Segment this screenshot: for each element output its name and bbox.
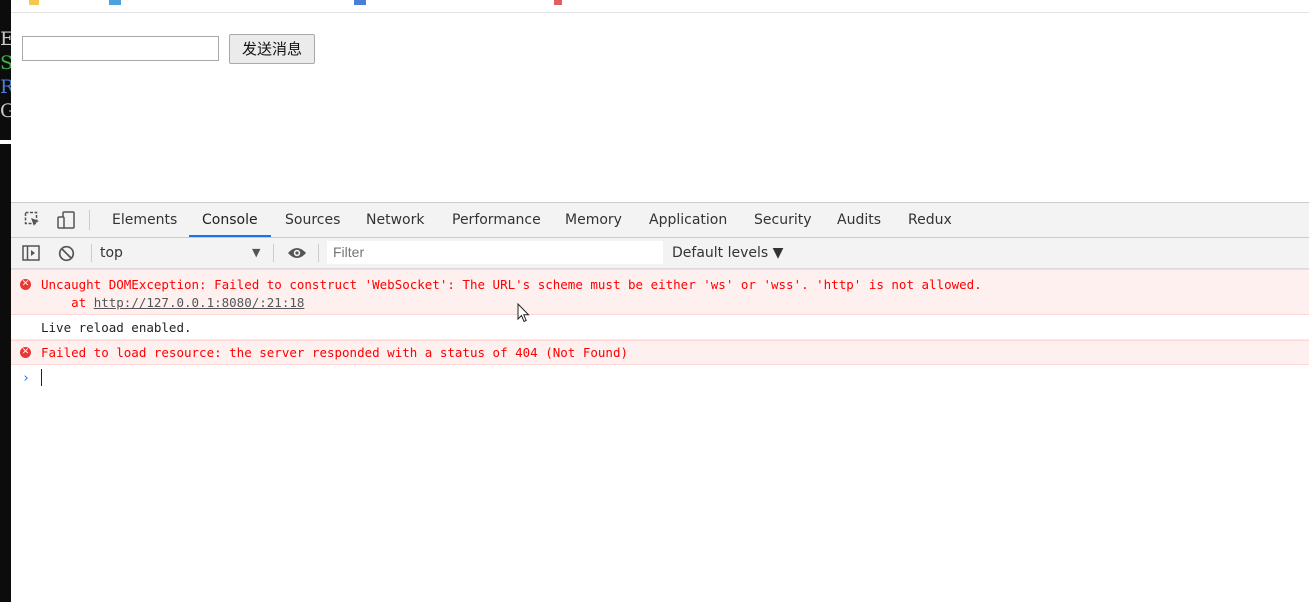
console-toolbar: top ▼ Default levels ▼ xyxy=(11,238,1309,269)
toolbar-divider xyxy=(89,210,90,230)
terminal-letter: E xyxy=(0,28,11,50)
device-toolbar-icon[interactable] xyxy=(56,210,76,230)
toolbar-divider xyxy=(318,244,319,262)
log-levels-dropdown[interactable]: Default levels ▼ xyxy=(672,238,783,268)
error-icon: ✕ xyxy=(20,347,31,358)
message-input[interactable] xyxy=(22,36,219,61)
background-terminal-strip: E S R G xyxy=(0,0,11,602)
terminal-letter: G xyxy=(0,100,11,122)
error-stack-line: at http://127.0.0.1:8080/:21:18 xyxy=(41,295,304,310)
devtools-panel: Elements Console Sources Network Perform… xyxy=(11,202,1309,603)
tab-performance[interactable]: Performance xyxy=(452,203,541,237)
eye-icon[interactable] xyxy=(287,246,307,260)
console-message-error: ✕ Failed to load resource: the server re… xyxy=(11,340,1309,365)
bookmark-icon[interactable] xyxy=(109,0,121,5)
chevron-down-icon[interactable]: ▼ xyxy=(252,238,260,268)
tab-elements[interactable]: Elements xyxy=(112,203,177,237)
error-icon: ✕ xyxy=(20,279,31,290)
toolbar-divider xyxy=(91,244,92,262)
bookmark-icon[interactable] xyxy=(354,0,366,5)
bookmark-icon[interactable] xyxy=(29,0,39,5)
send-message-button[interactable]: 发送消息 xyxy=(229,34,315,64)
stack-prefix: at xyxy=(41,295,94,310)
tab-application[interactable]: Application xyxy=(649,203,727,237)
info-message-text: Live reload enabled. xyxy=(41,320,192,335)
terminal-gap xyxy=(0,140,11,144)
toolbar-divider xyxy=(273,244,274,262)
tab-network[interactable]: Network xyxy=(366,203,424,237)
tab-console[interactable]: Console xyxy=(202,203,258,237)
terminal-letter: R xyxy=(0,76,11,98)
error-message-text: Uncaught DOMException: Failed to constru… xyxy=(41,277,982,292)
error-message-text: Failed to load resource: the server resp… xyxy=(41,345,628,360)
console-message-error: ✕ Uncaught DOMException: Failed to const… xyxy=(11,269,1309,315)
console-input-caret[interactable] xyxy=(41,369,42,386)
terminal-letter: S xyxy=(0,52,11,74)
console-message-info: Live reload enabled. xyxy=(11,315,1309,340)
tab-memory[interactable]: Memory xyxy=(565,203,622,237)
bookmarks-bar xyxy=(11,0,1309,13)
mouse-cursor-icon xyxy=(517,303,530,323)
devtools-tabbar: Elements Console Sources Network Perform… xyxy=(11,203,1309,238)
inspect-element-icon[interactable] xyxy=(24,211,42,229)
source-link[interactable]: http://127.0.0.1:8080/:21:18 xyxy=(94,295,305,310)
browser-page: 发送消息 Elements Console Sources Network Pe… xyxy=(11,0,1309,603)
context-selector[interactable]: top xyxy=(100,238,123,268)
console-sidebar-icon[interactable] xyxy=(22,245,40,261)
tab-audits[interactable]: Audits xyxy=(837,203,881,237)
active-tab-indicator xyxy=(189,235,271,237)
tab-security[interactable]: Security xyxy=(754,203,812,237)
console-prompt-icon: › xyxy=(22,371,30,386)
console-filter-input[interactable] xyxy=(327,241,663,264)
clear-console-icon[interactable] xyxy=(58,245,75,262)
bookmark-icon[interactable] xyxy=(554,0,562,5)
tab-redux[interactable]: Redux xyxy=(908,203,952,237)
tab-sources[interactable]: Sources xyxy=(285,203,340,237)
